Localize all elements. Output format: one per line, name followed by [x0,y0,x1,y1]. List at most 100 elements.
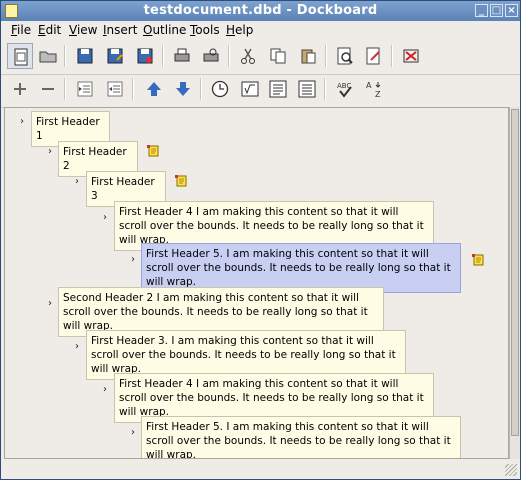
export-icon [137,48,153,64]
save-as-icon [107,48,123,64]
outline-node-selected[interactable]: First Header 5. I am making this content… [141,243,461,293]
toolbar-separator [64,78,66,100]
insert-date-button[interactable] [207,76,233,102]
node-text: First Header 2 [63,146,127,172]
chevron-right-icon[interactable]: › [103,213,111,223]
print-icon [174,48,190,62]
window-title: testdocument.dbd - Dockboard [143,3,378,18]
node-text: First Header 4 I am making this content … [119,206,424,246]
exit-icon [403,49,419,63]
outline-toolbar: ABC AZ [1,73,520,108]
move-up-icon [147,82,161,96]
node-text: First Header 4 I am making this content … [119,378,424,418]
chevron-right-icon[interactable]: › [131,428,139,438]
cut-icon [241,48,255,64]
new-document-button[interactable] [7,43,33,69]
toolbar-separator [325,45,327,67]
maximize-button[interactable]: □ [490,4,503,17]
toolbar-separator [391,45,393,67]
new-document-icon [14,48,28,66]
spell-check-button[interactable]: ABC [332,76,358,102]
move-down-button[interactable] [170,76,196,102]
main-toolbar [1,40,520,75]
node-text: First Header 5. I am making this content… [146,421,451,459]
outline-view[interactable]: › First Header 1 › First Header 2 › Firs… [4,107,509,459]
sort-az-icon: AZ [366,81,381,99]
app-window: testdocument.dbd - Dockboard _ □ × File … [0,0,521,480]
find-button[interactable] [332,43,358,69]
copy-button[interactable] [265,43,291,69]
node-text: First Header 3 [91,176,155,202]
save-as-button[interactable] [102,43,128,69]
toolbar-separator [162,45,164,67]
menu-edit[interactable]: Edit [38,23,61,37]
move-up-button[interactable] [141,76,167,102]
remove-icon [42,88,54,90]
clock-icon [211,80,229,98]
open-folder-icon [39,51,57,63]
scrollbar-thumb[interactable] [511,109,519,436]
outdent-icon [107,81,123,97]
title-bar[interactable]: testdocument.dbd - Dockboard _ □ × [1,1,520,21]
menu-help[interactable]: Help [226,23,253,37]
menu-tools[interactable]: Tools [190,23,220,37]
chevron-right-icon[interactable]: › [20,117,28,127]
status-bar [1,459,520,479]
menu-file[interactable]: File [11,23,31,37]
note-icon[interactable] [472,254,484,266]
chevron-right-icon[interactable]: › [48,299,56,309]
find-replace-button[interactable] [361,43,387,69]
exit-button[interactable] [398,43,424,69]
outline-node[interactable]: First Header 5. I am making this content… [141,416,461,459]
find-replace-icon [366,47,380,65]
save-icon [77,48,93,64]
node-text: First Header 1 [36,116,100,142]
print-preview-button[interactable] [198,43,224,69]
align-text-button[interactable] [265,76,291,102]
svg-text:Z: Z [375,90,381,99]
vertical-scrollbar[interactable] [509,107,520,459]
chevron-right-icon[interactable]: › [103,385,111,395]
remove-node-button[interactable] [35,76,61,102]
indent-button[interactable] [72,76,98,102]
paste-button[interactable] [295,43,321,69]
menu-bar: File Edit View Insert Outline Tools Help [1,21,520,40]
toolbar-separator [64,45,66,67]
export-button[interactable] [132,43,158,69]
chevron-right-icon[interactable]: › [75,342,83,352]
minimize-button[interactable]: _ [475,4,488,17]
toolbar-separator [132,78,134,100]
chevron-right-icon[interactable]: › [48,147,56,157]
print-button[interactable] [169,43,195,69]
insert-formula-button[interactable] [237,76,263,102]
cut-button[interactable] [235,43,261,69]
chevron-right-icon[interactable]: › [131,255,139,265]
text-align-icon [269,80,287,98]
copy-icon [270,48,286,64]
justify-text-button[interactable] [294,76,320,102]
menu-insert[interactable]: Insert [103,23,137,37]
open-button[interactable] [35,43,61,69]
resize-grip[interactable] [505,464,517,476]
node-text: First Header 5. I am making this content… [146,248,451,288]
text-justify-icon [298,80,316,98]
toolbar-separator [228,45,230,67]
note-icon[interactable] [147,145,159,157]
sort-button[interactable]: AZ [361,76,387,102]
chevron-right-icon[interactable]: › [75,177,83,187]
note-icon[interactable] [175,175,187,187]
add-node-button[interactable] [7,76,33,102]
indent-icon [77,81,93,97]
menu-view[interactable]: View [69,23,97,37]
paste-icon [301,49,316,64]
menu-outline[interactable]: Outline [143,23,186,37]
toolbar-separator [200,78,202,100]
node-text: Second Header 2 I am making this content… [63,292,368,332]
spell-check-icon: ABC [337,82,352,98]
save-button[interactable] [72,43,98,69]
outdent-button[interactable] [102,76,128,102]
toolbar-separator [324,78,326,100]
find-icon [337,47,353,65]
print-preview-icon [203,48,219,62]
close-button[interactable]: × [505,4,518,17]
